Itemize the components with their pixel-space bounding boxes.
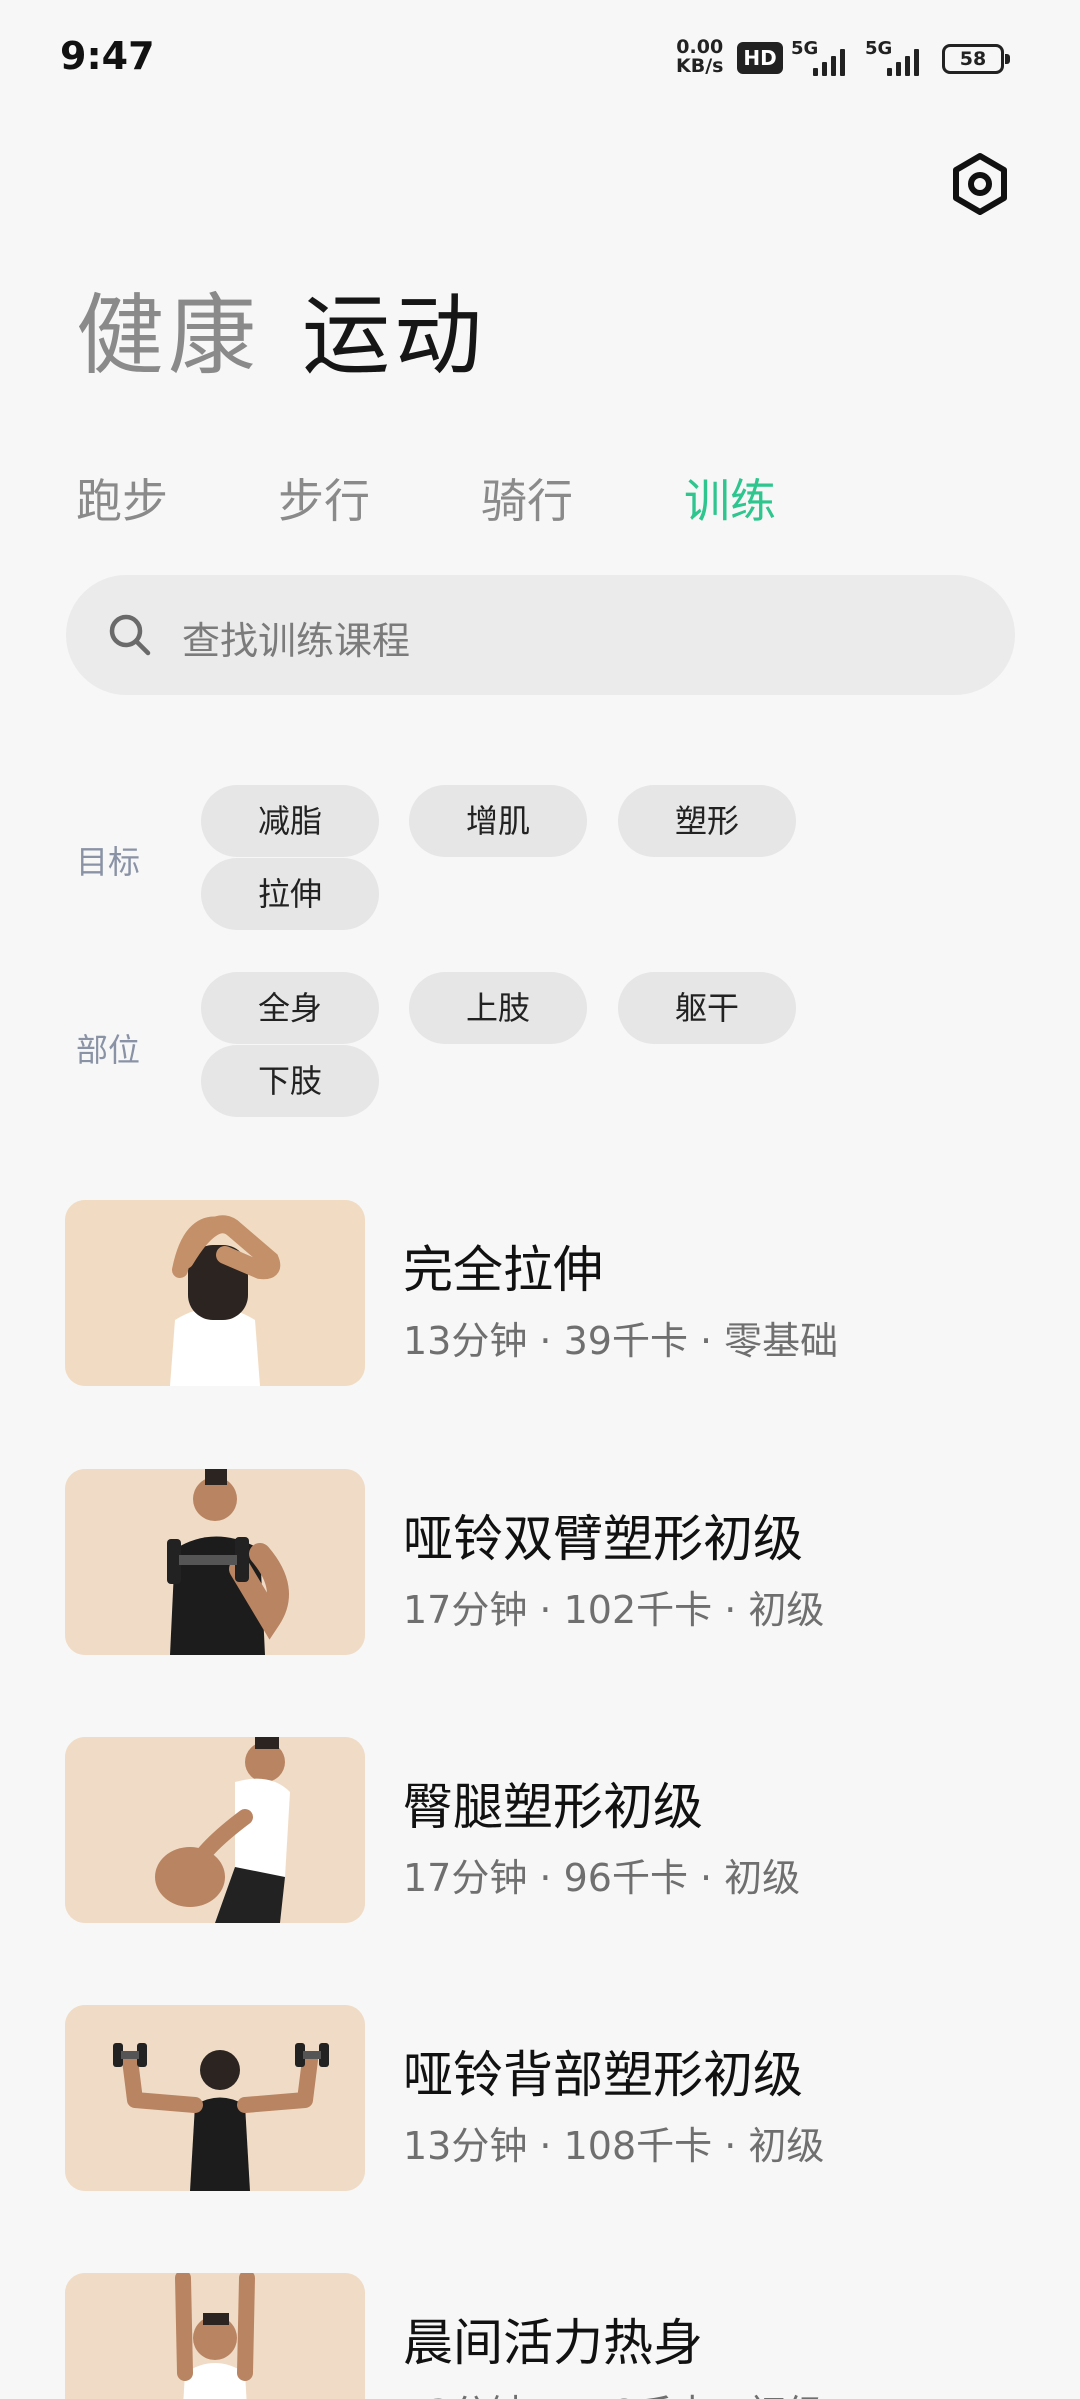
app-screen: 9:47 0.00 KB/s HD 5G 5G 58 健康 运动 跑步 步行 骑… [0,0,1080,2399]
chip-part-full-body[interactable]: 全身 [201,972,379,1044]
battery-icon: 58 [942,44,1010,74]
chip-goal-fat-loss[interactable]: 减脂 [201,785,379,857]
chip-part-upper-limb[interactable]: 上肢 [409,972,587,1044]
course-item[interactable]: 臀腿塑形初级 17分钟 · 96千卡 · 初级 [65,1737,1015,1923]
tab-training[interactable]: 训练 [684,465,776,531]
chip-part-lower-limb[interactable]: 下肢 [201,1045,379,1117]
header-title-health[interactable]: 健康 [76,265,260,392]
search-placeholder: 查找训练课程 [182,619,411,663]
course-item[interactable]: 哑铃背部塑形初级 13分钟 · 108千卡 · 初级 [65,2005,1015,2191]
hd-icon: HD [737,42,783,74]
network-speed-unit: KB/s [676,55,724,77]
course-item[interactable]: 完全拉伸 13分钟 · 39千卡 · 零基础 [65,1200,1015,1386]
course-item[interactable]: 哑铃双臂塑形初级 17分钟 · 102千卡 · 初级 [65,1469,1015,1655]
chip-goal-muscle-gain[interactable]: 增肌 [409,785,587,857]
course-title: 晨间活力热身 [403,2314,703,2372]
network-speed: 0.00 KB/s [676,38,723,76]
course-item[interactable]: 晨间活力热身 13分钟 · 118千卡 · 初级 [65,2273,1015,2399]
course-meta: 17分钟 · 102千卡 · 初级 [403,1588,825,1632]
signal-5g-icon: 5G [791,38,855,76]
course-title: 臀腿塑形初级 [403,1778,703,1836]
course-title: 哑铃背部塑形初级 [403,2046,803,2104]
tab-cycling[interactable]: 骑行 [481,465,573,531]
course-title: 完全拉伸 [403,1241,603,1299]
status-time: 9:47 [60,34,155,78]
course-meta: 13分钟 · 108千卡 · 初级 [403,2124,825,2168]
filter-label-goal: 目标 [76,843,141,881]
course-meta: 13分钟 · 39千卡 · 零基础 [403,1319,839,1363]
signal-5g-icon-2: 5G [865,38,929,76]
course-thumbnail [65,1737,365,1923]
filter-label-body-part: 部位 [76,1031,141,1069]
course-meta: 17分钟 · 96千卡 · 初级 [403,1856,801,1900]
header-title-sport[interactable]: 运动 [302,265,486,392]
settings-button[interactable] [950,150,1010,220]
course-thumbnail [65,2273,365,2399]
course-thumbnail [65,2005,365,2191]
tab-running[interactable]: 跑步 [76,465,168,531]
course-title: 哑铃双臂塑形初级 [403,1510,803,1568]
chip-part-torso[interactable]: 躯干 [618,972,796,1044]
search-icon [109,614,151,656]
chip-goal-shaping[interactable]: 塑形 [618,785,796,857]
course-meta: 13分钟 · 118千卡 · 初级 [403,2383,824,2399]
settings-hexagon-icon [953,153,1007,215]
status-bar: 9:47 0.00 KB/s HD 5G 5G 58 [0,0,1080,120]
chip-goal-stretching[interactable]: 拉伸 [201,858,379,930]
tab-walking[interactable]: 步行 [278,465,370,531]
course-thumbnail [65,1200,365,1386]
search-bar[interactable]: 查找训练课程 [66,575,1015,695]
course-thumbnail [65,1469,365,1655]
